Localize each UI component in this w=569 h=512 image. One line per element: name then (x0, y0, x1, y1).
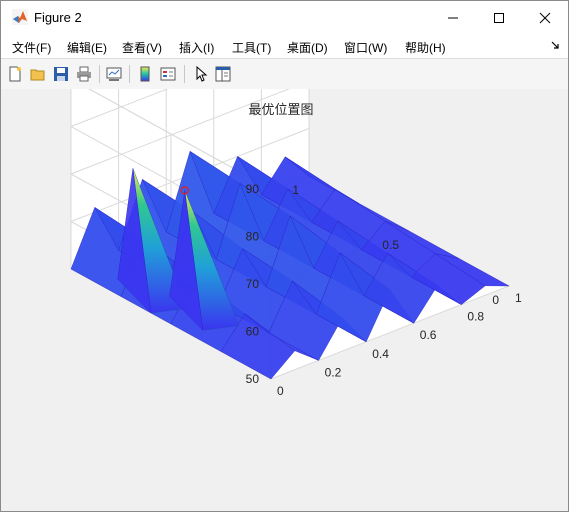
surface-mesh (70, 150, 510, 380)
property-inspector-button[interactable] (214, 65, 232, 83)
link-plot-icon (106, 67, 122, 81)
toolbar-separator (99, 65, 100, 83)
menu-help[interactable]: 帮助(H) (405, 39, 446, 56)
x-tick-label: 0.4 (372, 347, 389, 361)
y-tick-label: 0.5 (382, 238, 399, 252)
menu-file[interactable]: 文件(F) (12, 39, 51, 56)
property-inspector-icon (215, 66, 231, 82)
menu-desktop[interactable]: 桌面(D) (287, 39, 328, 56)
dock-arrow-icon[interactable] (550, 40, 560, 50)
insert-legend-button[interactable] (159, 65, 177, 83)
print-icon (77, 66, 91, 82)
y-tick-label: 1 (292, 183, 299, 197)
toolbar-separator (184, 65, 185, 83)
matlab-logo-icon (12, 9, 28, 25)
x-tick-label: 1 (515, 291, 522, 305)
new-figure-icon (9, 66, 21, 82)
open-file-button[interactable] (29, 65, 47, 83)
insert-legend-icon (160, 67, 176, 81)
save-button[interactable] (52, 65, 70, 83)
x-tick-label: 0.2 (325, 365, 342, 379)
edit-plot-button[interactable] (192, 65, 210, 83)
close-button[interactable] (522, 1, 568, 34)
menu-view[interactable]: 查看(V) (122, 39, 162, 56)
new-figure-button[interactable] (6, 65, 24, 83)
x-tick-label: 0.6 (420, 328, 437, 342)
maximize-button[interactable] (476, 1, 522, 34)
x-tick-label: 0 (277, 384, 284, 398)
menu-bar: 文件(F) 编辑(E) 查看(V) 插入(I) 工具(T) 桌面(D) 窗口(W… (1, 34, 568, 58)
minimize-button[interactable] (430, 1, 476, 34)
x-tick-label: 0.8 (467, 310, 484, 324)
chart-title: 最优位置图 (248, 102, 313, 117)
figure-window: Figure 2 文件(F) 编辑(E) 查看(V) 插入(I) 工具(T) 桌… (0, 0, 569, 512)
window-title: Figure 2 (34, 10, 82, 25)
menu-edit[interactable]: 编辑(E) (67, 39, 107, 56)
figure-canvas: 50 60 70 80 90 0 0.2 0.4 0.6 0.8 1 0 0.5 1 最优位置图 (1, 89, 568, 511)
insert-colorbar-button[interactable] (136, 65, 154, 83)
menu-insert[interactable]: 插入(I) (179, 39, 214, 56)
z-tick-label: 60 (246, 325, 260, 339)
open-file-icon (30, 69, 45, 81)
toolbar-separator (129, 65, 130, 83)
menu-tools[interactable]: 工具(T) (232, 39, 271, 56)
print-button[interactable] (75, 65, 93, 83)
menu-window[interactable]: 窗口(W) (344, 39, 387, 56)
z-tick-label: 90 (246, 182, 260, 196)
close-icon (539, 12, 551, 23)
y-tick-label: 0 (492, 293, 499, 307)
surface-plot[interactable]: 50 60 70 80 90 0 0.2 0.4 0.6 0.8 1 0 0.5 1 最优位置图 (1, 89, 568, 511)
save-icon (54, 67, 68, 81)
edit-plot-arrow-icon (196, 66, 208, 82)
title-bar[interactable]: Figure 2 (1, 1, 568, 34)
link-plot-button[interactable] (105, 65, 123, 83)
insert-colorbar-icon (140, 66, 150, 82)
z-tick-label: 70 (246, 277, 260, 291)
maximize-icon (494, 12, 504, 23)
minimize-icon (448, 17, 458, 18)
figure-toolbar (1, 58, 568, 90)
z-tick-label: 50 (246, 372, 260, 386)
z-tick-label: 80 (246, 230, 260, 244)
